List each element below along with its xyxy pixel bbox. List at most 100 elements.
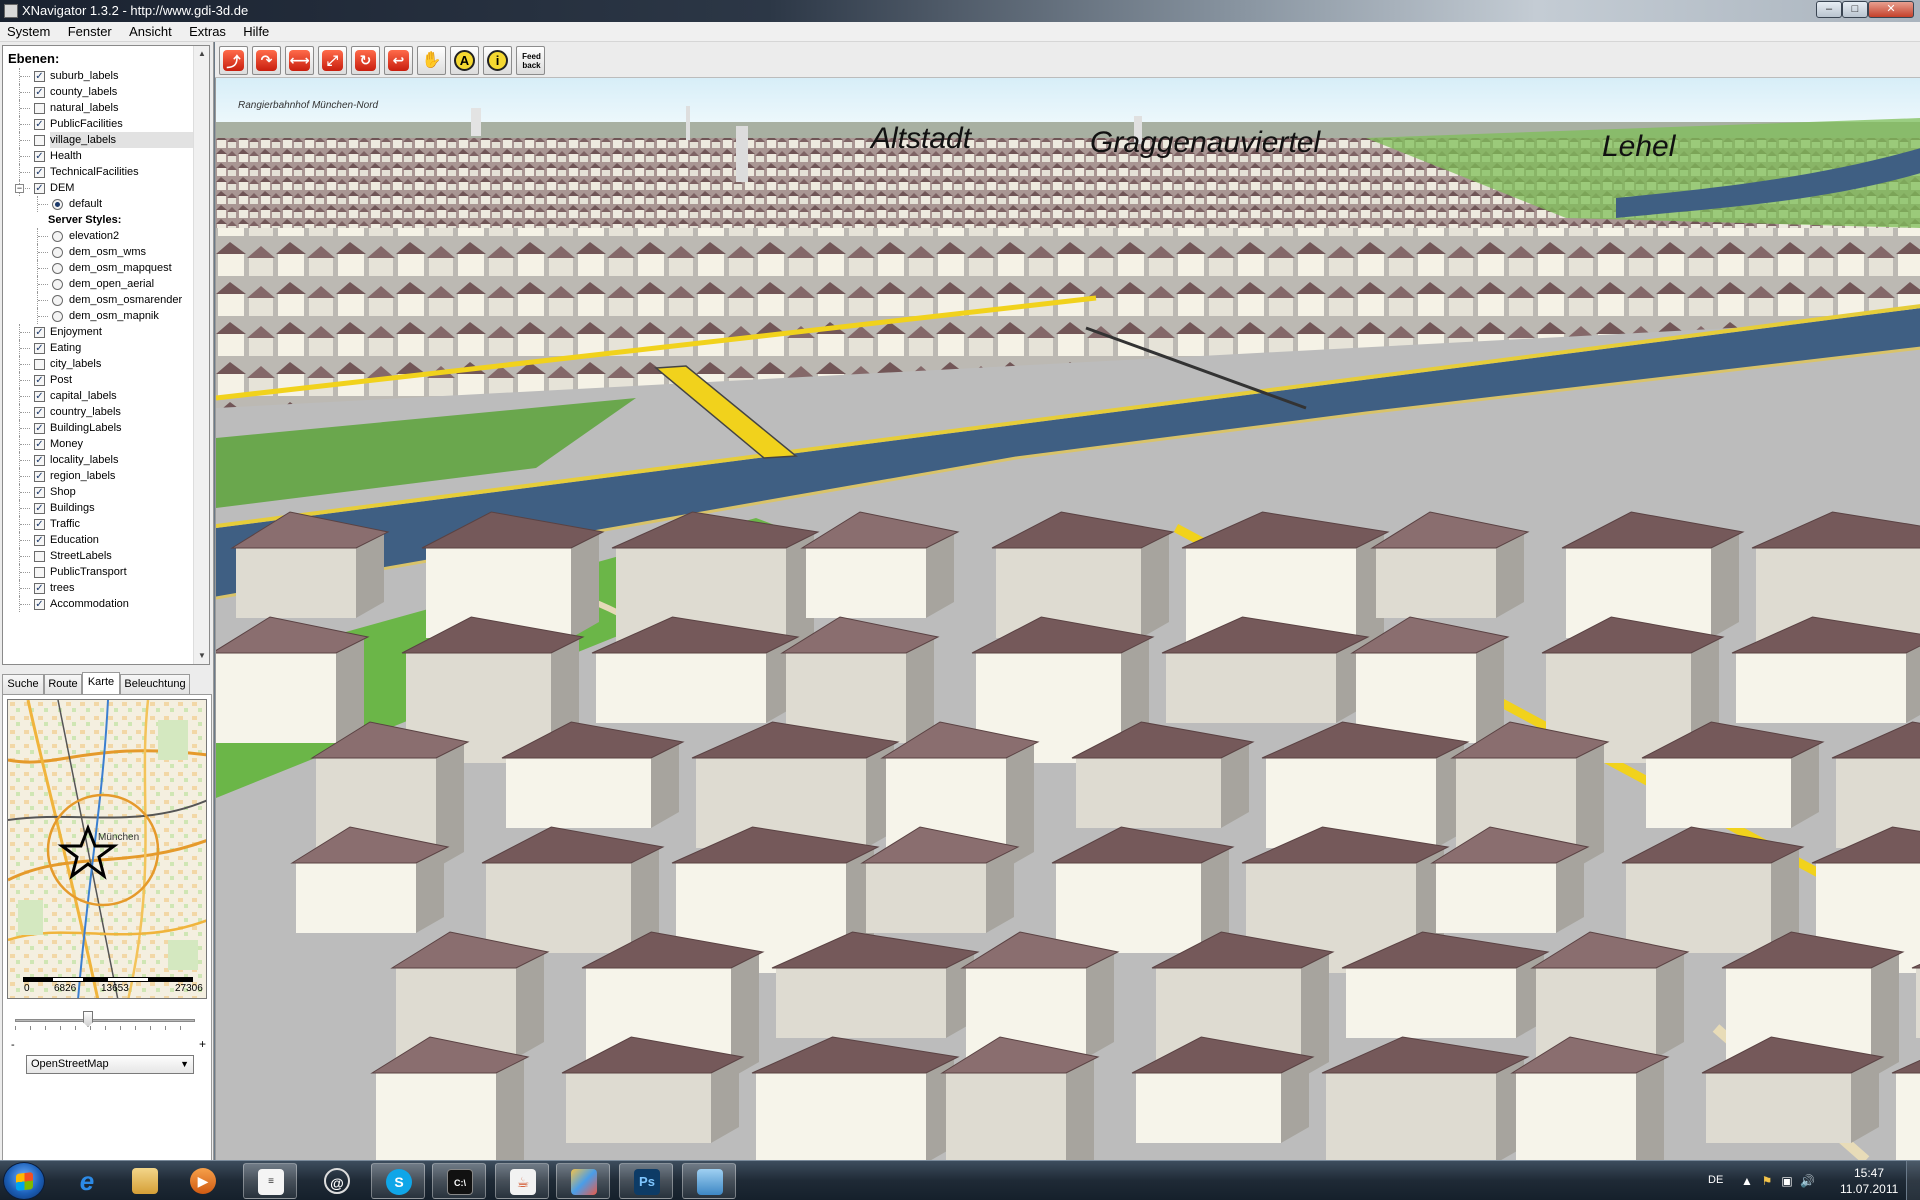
- menu-hilfe[interactable]: Hilfe: [236, 22, 276, 42]
- close-button[interactable]: ✕: [1868, 1, 1914, 18]
- dem-style-default[interactable]: default: [3, 196, 193, 212]
- layer-checkbox[interactable]: ✓: [34, 487, 45, 498]
- dem-style-item[interactable]: dem_osm_osmarender: [3, 292, 193, 308]
- show-desktop-button[interactable]: [1906, 1161, 1920, 1200]
- taskbar-command-prompt[interactable]: C:\: [432, 1163, 486, 1199]
- layer-item[interactable]: StreetLabels: [3, 548, 193, 564]
- layer-checkbox[interactable]: [34, 135, 45, 146]
- rotate-button[interactable]: [351, 46, 380, 75]
- taskbar-app-spiral[interactable]: @: [310, 1163, 364, 1199]
- layer-checkbox[interactable]: ✓: [34, 151, 45, 162]
- layer-item[interactable]: ✓ country_labels: [3, 404, 193, 420]
- clock-time[interactable]: 15:47: [1854, 1166, 1884, 1180]
- taskbar-photoshop[interactable]: Ps: [619, 1163, 673, 1199]
- clock-date[interactable]: 11.07.2011: [1840, 1182, 1898, 1196]
- layer-checkbox[interactable]: [34, 551, 45, 562]
- layer-checkbox[interactable]: ✓: [34, 327, 45, 338]
- taskbar-notepad[interactable]: ≡: [243, 1163, 297, 1199]
- 3d-city-view[interactable]: Rangierbahnhof München-Nord Altstadt Gra…: [215, 78, 1920, 1160]
- maximize-button[interactable]: □: [1842, 1, 1868, 18]
- chevron-down-icon[interactable]: ▼: [180, 1056, 189, 1073]
- taskbar-internet-explorer[interactable]: e: [60, 1163, 114, 1199]
- layer-item[interactable]: natural_labels: [3, 100, 193, 116]
- layer-checkbox[interactable]: ✓: [34, 87, 45, 98]
- layer-checkbox[interactable]: ✓: [34, 407, 45, 418]
- zoom-slider-thumb[interactable]: [83, 1011, 93, 1027]
- collapse-icon[interactable]: −: [15, 184, 24, 193]
- tab-route[interactable]: Route: [44, 674, 82, 694]
- menu-fenster[interactable]: Fenster: [61, 22, 119, 42]
- move-vertical-button[interactable]: [318, 46, 347, 75]
- layer-item[interactable]: ✓ Accommodation: [3, 596, 193, 612]
- layers-scrollbar[interactable]: ▲ ▼: [193, 46, 209, 664]
- layer-item[interactable]: − ✓ DEM: [3, 180, 193, 196]
- layer-item[interactable]: ✓ locality_labels: [3, 452, 193, 468]
- dem-style-item[interactable]: elevation2: [3, 228, 193, 244]
- layer-item[interactable]: PublicTransport: [3, 564, 193, 580]
- layer-checkbox[interactable]: ✓: [34, 343, 45, 354]
- layer-item[interactable]: ✓ Enjoyment: [3, 324, 193, 340]
- menu-ansicht[interactable]: Ansicht: [122, 22, 179, 42]
- tray-expand-icon[interactable]: ▲: [1740, 1174, 1754, 1188]
- style-radio[interactable]: [52, 231, 63, 242]
- layer-checkbox[interactable]: ✓: [34, 439, 45, 450]
- layer-item[interactable]: ✓ Health: [3, 148, 193, 164]
- dem-style-item[interactable]: dem_osm_mapquest: [3, 260, 193, 276]
- layer-item[interactable]: ✓ Buildings: [3, 500, 193, 516]
- layer-checkbox[interactable]: ✓: [34, 391, 45, 402]
- layer-checkbox[interactable]: [34, 567, 45, 578]
- style-radio[interactable]: [52, 295, 63, 306]
- dem-style-item[interactable]: dem_osm_wms: [3, 244, 193, 260]
- tab-suche[interactable]: Suche: [2, 674, 44, 694]
- layer-item[interactable]: ✓ region_labels: [3, 468, 193, 484]
- network-icon[interactable]: ▣: [1780, 1174, 1794, 1188]
- map-source-select[interactable]: OpenStreetMap ▼: [26, 1055, 194, 1074]
- feedback-button[interactable]: Feed back: [516, 46, 545, 75]
- layer-item[interactable]: ✓ TechnicalFacilities: [3, 164, 193, 180]
- return-button[interactable]: [384, 46, 413, 75]
- taskbar-image-viewer[interactable]: [682, 1163, 736, 1199]
- layer-checkbox[interactable]: [34, 103, 45, 114]
- layer-item[interactable]: ✓ PublicFacilities: [3, 116, 193, 132]
- scroll-up-icon[interactable]: ▲: [194, 46, 209, 62]
- layer-item[interactable]: ✓ Post: [3, 372, 193, 388]
- layer-item[interactable]: ✓ BuildingLabels: [3, 420, 193, 436]
- volume-icon[interactable]: 🔊: [1800, 1174, 1815, 1188]
- layer-checkbox[interactable]: [34, 359, 45, 370]
- layer-checkbox[interactable]: ✓: [34, 519, 45, 530]
- zoom-slider-track[interactable]: [15, 1019, 195, 1022]
- taskbar-skype[interactable]: S: [371, 1163, 425, 1199]
- style-radio[interactable]: [52, 279, 63, 290]
- layer-item[interactable]: ✓ Shop: [3, 484, 193, 500]
- layer-checkbox[interactable]: ✓: [34, 535, 45, 546]
- layer-item[interactable]: ✓ trees: [3, 580, 193, 596]
- zoom-slider[interactable]: [11, 1011, 203, 1035]
- layer-checkbox[interactable]: ✓: [34, 455, 45, 466]
- info-button[interactable]: i: [483, 46, 512, 75]
- tab-beleuchtung[interactable]: Beleuchtung: [120, 674, 190, 694]
- dem-style-item[interactable]: dem_osm_mapnik: [3, 308, 193, 324]
- layer-checkbox[interactable]: ✓: [34, 471, 45, 482]
- language-indicator[interactable]: DE: [1708, 1174, 1723, 1186]
- layer-checkbox[interactable]: ✓: [34, 599, 45, 610]
- layer-item[interactable]: ✓ county_labels: [3, 84, 193, 100]
- taskbar-media-player[interactable]: ▶: [176, 1163, 230, 1199]
- layer-item[interactable]: ✓ capital_labels: [3, 388, 193, 404]
- layer-checkbox[interactable]: ✓: [34, 119, 45, 130]
- style-radio[interactable]: [52, 263, 63, 274]
- action-center-flag-icon[interactable]: ⚑: [1760, 1174, 1774, 1188]
- taskbar-explorer[interactable]: [118, 1163, 172, 1199]
- minimize-button[interactable]: –: [1816, 1, 1842, 18]
- layer-item[interactable]: city_labels: [3, 356, 193, 372]
- menu-extras[interactable]: Extras: [182, 22, 233, 42]
- layer-item[interactable]: ✓ Education: [3, 532, 193, 548]
- layer-checkbox[interactable]: ✓: [34, 183, 45, 194]
- layer-checkbox[interactable]: ✓: [34, 583, 45, 594]
- move-horizontal-button[interactable]: [285, 46, 314, 75]
- layer-item[interactable]: ✓ Eating: [3, 340, 193, 356]
- start-button[interactable]: [3, 1162, 45, 1200]
- layer-checkbox[interactable]: ✓: [34, 71, 45, 82]
- 3d-scene-canvas[interactable]: [216, 78, 1920, 1160]
- turn-button[interactable]: [252, 46, 281, 75]
- style-radio[interactable]: [52, 311, 63, 322]
